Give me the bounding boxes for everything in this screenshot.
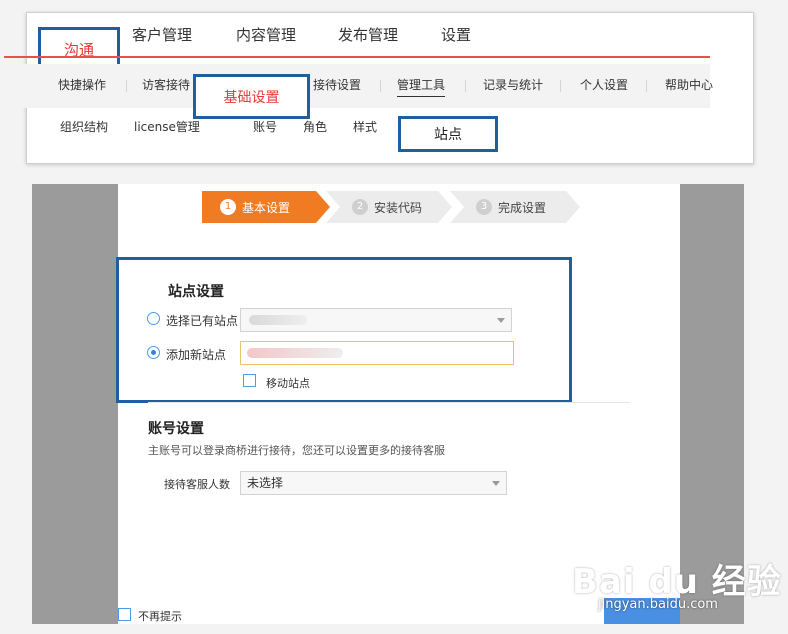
sub-nav-separator bbox=[560, 80, 561, 92]
top-nav-settings[interactable]: 设置 bbox=[441, 24, 471, 45]
baidu-jingyan-watermark: Bai du 经验 bbox=[572, 562, 782, 602]
step-basic-settings[interactable]: 1 基本设置 bbox=[202, 191, 330, 223]
sub-nav-quick-ops[interactable]: 快捷操作 bbox=[58, 76, 106, 93]
sub-nav-basic-settings[interactable]: 基础设置 bbox=[224, 87, 280, 107]
account-settings-description: 主账号可以登录商桥进行接待，您还可以设置更多的接待客服 bbox=[148, 444, 445, 457]
step-complete-settings[interactable]: 3 完成设置 bbox=[450, 191, 580, 223]
existing-site-select[interactable] bbox=[240, 308, 512, 332]
blurred-value bbox=[247, 348, 343, 358]
sub-nav-separator bbox=[380, 80, 381, 92]
new-site-input[interactable] bbox=[240, 341, 514, 365]
watermark-url: jingyan.baidu.com bbox=[598, 597, 718, 612]
sub-nav-visitor-reception[interactable]: 访客接待 bbox=[142, 76, 190, 93]
agents-count-label: 接待客服人数 bbox=[164, 478, 230, 491]
step-number: 1 bbox=[220, 199, 236, 215]
dont-remind-checkbox[interactable] bbox=[118, 608, 131, 621]
agents-count-select[interactable]: 未选择 bbox=[240, 471, 507, 495]
nav-active-underline bbox=[4, 56, 710, 58]
sub-nav-admin-tools[interactable]: 管理工具 bbox=[397, 76, 445, 93]
mobile-site-checkbox[interactable] bbox=[243, 374, 256, 387]
top-nav-publish-mgmt[interactable]: 发布管理 bbox=[338, 24, 398, 45]
mobile-site-label: 移动站点 bbox=[266, 377, 310, 390]
sub-nav-reception-settings[interactable]: 接待设置 bbox=[313, 76, 361, 93]
existing-site-label: 选择已有站点 bbox=[166, 314, 239, 328]
third-nav-accounts[interactable]: 账号 bbox=[253, 118, 277, 135]
third-nav-roles[interactable]: 角色 bbox=[303, 118, 327, 135]
third-nav-license-mgmt[interactable]: license管理 bbox=[134, 118, 200, 135]
sub-nav-separator bbox=[126, 80, 127, 92]
sub-nav-records-stats[interactable]: 记录与统计 bbox=[483, 76, 543, 93]
sub-nav-separator bbox=[646, 80, 647, 92]
chevron-down-icon bbox=[497, 318, 505, 323]
sub-nav-separator bbox=[465, 80, 466, 92]
radio-existing-site[interactable] bbox=[147, 312, 160, 325]
dont-remind-label: 不再提示 bbox=[138, 610, 182, 623]
top-nav-customer-mgmt[interactable]: 客户管理 bbox=[132, 24, 192, 45]
third-nav-styles[interactable]: 样式 bbox=[353, 118, 377, 135]
sub-nav-basic-settings-highlight[interactable]: 基础设置 bbox=[193, 74, 310, 119]
radio-new-site[interactable] bbox=[147, 346, 160, 359]
blurred-value bbox=[249, 315, 307, 325]
third-nav-sites-highlight[interactable]: 站点 bbox=[398, 116, 498, 152]
step-label: 基本设置 bbox=[242, 200, 291, 215]
chevron-down-icon bbox=[492, 481, 500, 486]
new-site-label: 添加新站点 bbox=[166, 348, 227, 362]
section-divider bbox=[148, 402, 630, 403]
top-nav-content-mgmt[interactable]: 内容管理 bbox=[236, 24, 296, 45]
step-label: 完成设置 bbox=[498, 200, 547, 215]
third-nav-sites[interactable]: 站点 bbox=[434, 124, 462, 144]
sub-nav-help-center[interactable]: 帮助中心 bbox=[665, 76, 713, 93]
site-settings-title: 站点设置 bbox=[168, 284, 224, 300]
step-label: 安装代码 bbox=[374, 200, 423, 215]
step-install-code[interactable]: 2 安装代码 bbox=[326, 191, 452, 223]
step-number: 2 bbox=[352, 199, 368, 215]
third-nav-org-structure[interactable]: 组织结构 bbox=[60, 118, 108, 135]
agents-count-value: 未选择 bbox=[247, 476, 284, 490]
sub-nav-personal-settings[interactable]: 个人设置 bbox=[580, 76, 628, 93]
account-settings-title: 账号设置 bbox=[148, 421, 204, 437]
step-number: 3 bbox=[476, 199, 492, 215]
